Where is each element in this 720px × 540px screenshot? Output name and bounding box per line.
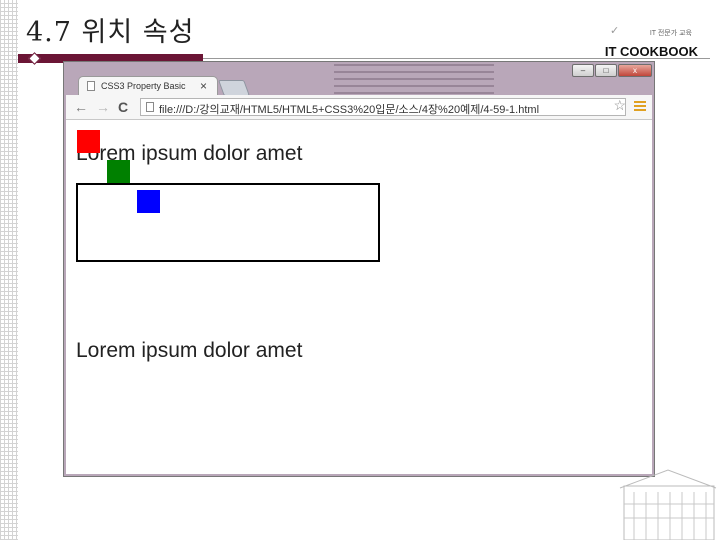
publisher-subtitle: IT 전문가 교육: [649, 30, 692, 37]
star-icon[interactable]: ☆: [613, 97, 626, 114]
minimize-button[interactable]: –: [572, 64, 594, 77]
slide-side-pattern: [0, 0, 18, 540]
back-arrow-icon[interactable]: ←: [74, 99, 88, 115]
slide-title: 4.7 위치 속성: [26, 17, 195, 48]
hamburger-menu-icon[interactable]: [634, 101, 646, 111]
positioned-container: [76, 183, 380, 262]
blue-square: [137, 190, 160, 213]
window-controls: – □ x: [572, 64, 652, 77]
building-illustration: [619, 469, 717, 540]
address-bar[interactable]: file:///D:/강의교재/HTML5/HTML5+CSS3%20입문/소스…: [140, 98, 626, 116]
red-square: [77, 130, 100, 153]
close-window-button[interactable]: x: [618, 64, 652, 77]
tab-close-icon[interactable]: ×: [200, 79, 207, 93]
maximize-button[interactable]: □: [595, 64, 617, 77]
address-url[interactable]: file:///D:/강의교재/HTML5/HTML5+CSS3%20입문/소스…: [159, 101, 539, 117]
forward-arrow-icon[interactable]: →: [96, 99, 110, 115]
browser-toolbar: ← → C file:///D:/강의교재/HTML5/HTML5+CSS3%2…: [66, 95, 652, 120]
tab-title: CSS3 Property Basic: [101, 81, 186, 91]
new-tab-button[interactable]: [218, 80, 250, 96]
browser-window: – □ x CSS3 Property Basic × ← → C file:/…: [63, 61, 655, 477]
page-viewport: Lorem ipsum dolor amet Lorem ipsum dolor…: [66, 120, 652, 474]
green-square: [107, 160, 130, 183]
reload-icon[interactable]: C: [118, 99, 128, 115]
page-icon: [87, 81, 95, 91]
publisher-check-icon: ✓: [610, 25, 620, 37]
lorem-text-2: Lorem ipsum dolor amet: [76, 339, 303, 362]
file-page-icon: [146, 102, 154, 112]
publisher-logo-text: IT COOKBOOK: [604, 44, 698, 59]
browser-tab[interactable]: CSS3 Property Basic ×: [78, 76, 218, 96]
